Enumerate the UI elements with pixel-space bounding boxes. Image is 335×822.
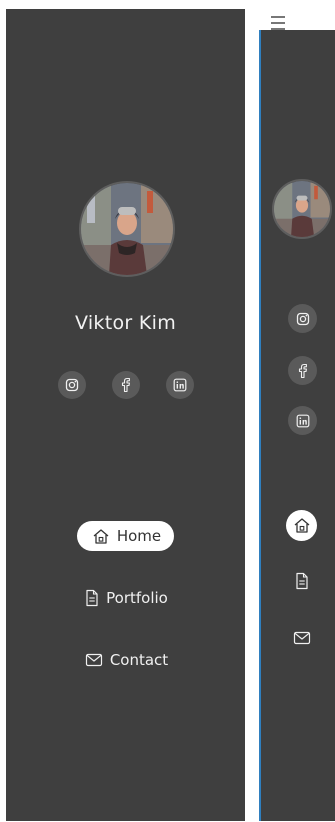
- user-name: Viktor Kim: [74, 312, 177, 334]
- facebook-button-mini[interactable]: [288, 356, 317, 385]
- home-link[interactable]: Home: [76, 521, 175, 551]
- nav-label-home: Home: [116, 527, 162, 545]
- social-links: [58, 371, 194, 399]
- linkedin-button[interactable]: [166, 371, 194, 399]
- document-icon: [295, 572, 308, 589]
- linkedin-icon: [296, 414, 309, 427]
- nav-label-contact: Contact: [109, 651, 169, 669]
- document-icon: [86, 589, 98, 607]
- facebook-icon: [121, 377, 130, 393]
- mail-icon: [85, 653, 102, 667]
- instagram-button-mini[interactable]: [288, 304, 317, 333]
- avatar-photo: [81, 183, 173, 275]
- nav-label-portfolio: Portfolio: [106, 589, 168, 607]
- contact-link[interactable]: Contact: [70, 645, 181, 675]
- avatar: [79, 181, 175, 277]
- nav-item-portfolio: Portfolio: [6, 583, 245, 613]
- instagram-button[interactable]: [58, 371, 86, 399]
- avatar-photo: [274, 181, 330, 237]
- instagram-icon: [296, 312, 309, 325]
- facebook-button[interactable]: [112, 371, 140, 399]
- avatar-mini: [272, 179, 332, 239]
- page: Viktor Kim Home Portfolio Contact: [0, 0, 335, 822]
- linkedin-icon: [173, 378, 187, 392]
- home-icon: [294, 518, 309, 533]
- linkedin-button-mini[interactable]: [288, 406, 317, 435]
- portfolio-link-mini[interactable]: [286, 565, 317, 596]
- nav-item-home: Home: [6, 521, 245, 551]
- sidebar-collapsed: [259, 30, 335, 821]
- portfolio-link[interactable]: Portfolio: [70, 583, 181, 613]
- nav-item-contact: Contact: [6, 645, 245, 675]
- contact-link-mini[interactable]: [286, 622, 317, 653]
- home-icon: [93, 528, 109, 544]
- facebook-icon: [298, 363, 307, 378]
- mail-icon: [293, 631, 310, 644]
- instagram-icon: [65, 378, 79, 392]
- sidebar-expanded: Viktor Kim Home Portfolio Contact: [6, 9, 245, 821]
- home-link-mini[interactable]: [286, 510, 317, 541]
